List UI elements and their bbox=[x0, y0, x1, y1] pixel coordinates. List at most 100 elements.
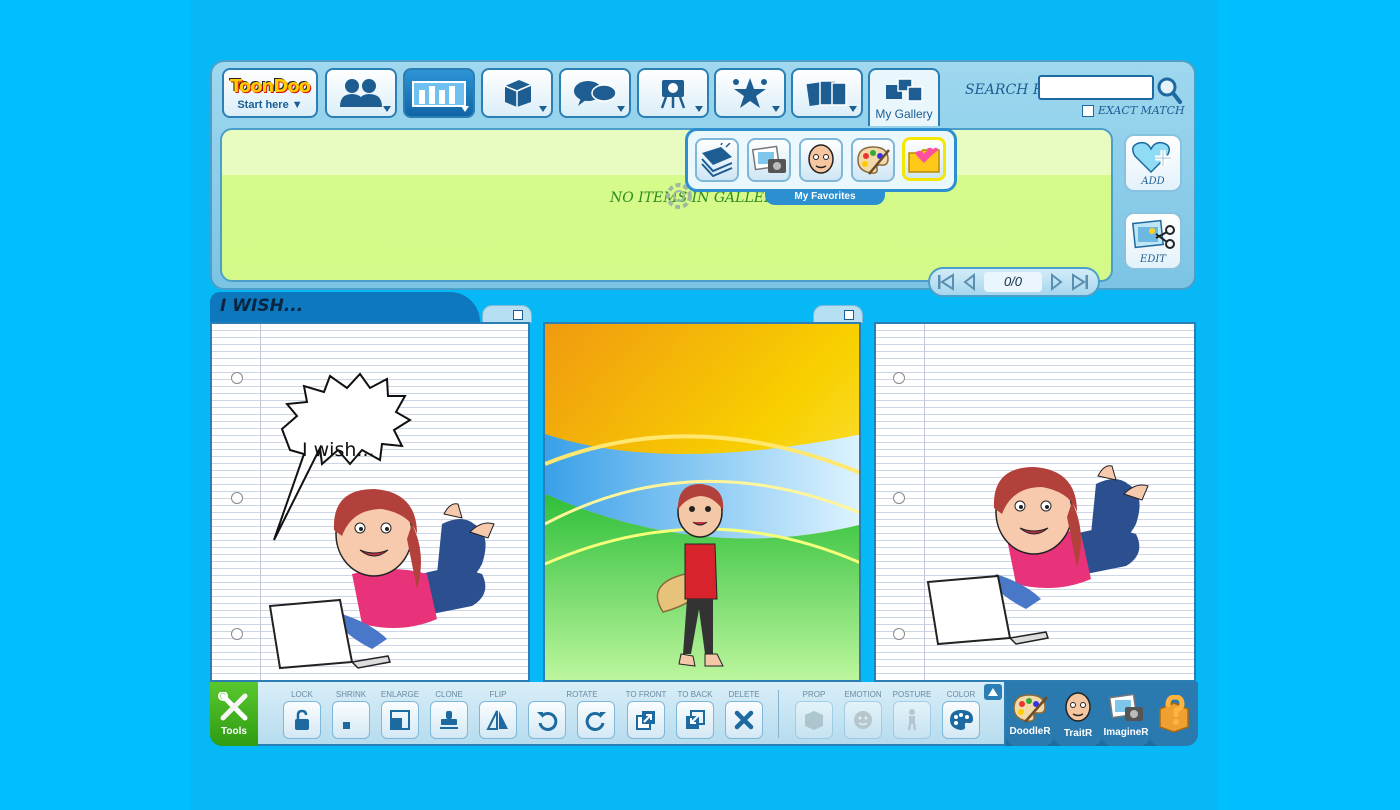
my-gallery-label: My Gallery bbox=[875, 107, 933, 121]
my-favorites-button[interactable] bbox=[902, 137, 946, 181]
edit-label: EDIT bbox=[1140, 253, 1166, 265]
toondoo-app: ToonDoo Start here ▼ My Gallery SEARCH F… bbox=[210, 60, 1198, 748]
to-back-tool[interactable]: TO BACK bbox=[675, 689, 715, 739]
panel-3-art bbox=[926, 465, 1149, 646]
panels-button[interactable] bbox=[791, 68, 863, 118]
chevron-up-icon bbox=[988, 688, 998, 696]
enlarge-icon bbox=[390, 710, 410, 730]
characters-icon bbox=[340, 79, 382, 107]
my-gallery-tab[interactable]: My Gallery bbox=[868, 68, 940, 126]
speech-bubble-icon bbox=[574, 81, 617, 106]
flip-button[interactable] bbox=[479, 701, 517, 739]
imaginer-label: ImagineR bbox=[1103, 726, 1149, 738]
my-comics-button[interactable] bbox=[695, 138, 739, 182]
imaginer-button[interactable]: ImagineR bbox=[1102, 682, 1150, 746]
doodler-button[interactable]: DoodleR bbox=[1006, 682, 1054, 746]
color-label: COLOR bbox=[946, 690, 976, 699]
girl-with-laptop[interactable] bbox=[333, 489, 495, 649]
emotion-button[interactable] bbox=[844, 701, 882, 739]
enlarge-tool[interactable]: ENLARGE bbox=[380, 689, 420, 739]
characters-button[interactable] bbox=[325, 68, 397, 118]
first-page-icon bbox=[938, 273, 954, 291]
props-button[interactable] bbox=[481, 68, 553, 118]
panel-1-art: I wish... bbox=[268, 372, 495, 670]
panel-2-art bbox=[545, 324, 859, 680]
comic-book-icon bbox=[701, 143, 733, 177]
tools-tab[interactable]: Tools bbox=[210, 682, 258, 746]
comic-panel-2[interactable] bbox=[543, 322, 861, 682]
chevron-down-icon bbox=[539, 106, 547, 112]
color-tool[interactable]: COLOR bbox=[941, 689, 981, 739]
delete-button[interactable] bbox=[725, 701, 763, 739]
shrink-icon bbox=[343, 722, 350, 729]
prop-button[interactable] bbox=[795, 701, 833, 739]
start-here-button[interactable]: ToonDoo Start here ▼ bbox=[222, 68, 318, 118]
edit-button[interactable]: EDIT bbox=[1124, 212, 1182, 270]
speech-bubbles-button[interactable] bbox=[559, 68, 631, 118]
clone-tool[interactable]: CLONE bbox=[429, 689, 469, 739]
gallery-pager: 0/0 bbox=[928, 267, 1100, 297]
search-input[interactable] bbox=[1038, 75, 1154, 100]
my-doodles-button[interactable] bbox=[851, 138, 895, 182]
checkbox-icon bbox=[1082, 104, 1094, 117]
search-icon[interactable] bbox=[1156, 76, 1182, 104]
emotion-tool[interactable]: EMOTION bbox=[843, 689, 883, 739]
last-page-button[interactable] bbox=[1070, 272, 1090, 292]
question-box-icon bbox=[1159, 695, 1189, 733]
star-icon bbox=[733, 78, 767, 108]
send-to-back-icon bbox=[686, 710, 705, 729]
posture-button[interactable] bbox=[893, 701, 931, 739]
comic-panel-1[interactable]: I wish... bbox=[210, 322, 530, 682]
first-page-button[interactable] bbox=[936, 272, 956, 292]
lock-tool[interactable]: LOCK bbox=[282, 689, 322, 739]
favorites-folder-icon bbox=[908, 147, 940, 173]
add-button[interactable]: ADD bbox=[1124, 134, 1182, 192]
my-characters-button[interactable] bbox=[799, 138, 843, 182]
start-here-label: Start here ▼ bbox=[237, 98, 303, 111]
prop-tool[interactable]: PROP bbox=[794, 689, 834, 739]
delete-label: DELETE bbox=[728, 690, 760, 699]
lock-button[interactable] bbox=[283, 701, 321, 739]
chevron-down-icon bbox=[383, 106, 391, 112]
wrench-screwdriver-icon bbox=[218, 691, 248, 720]
to-back-button[interactable] bbox=[676, 701, 714, 739]
to-front-tool[interactable]: TO FRONT bbox=[626, 689, 666, 739]
posture-tool[interactable]: POSTURE bbox=[892, 689, 932, 739]
shrink-tool[interactable]: SHRINK bbox=[331, 689, 371, 739]
page-count: 0/0 bbox=[984, 272, 1042, 292]
rotate-left-button[interactable] bbox=[528, 701, 566, 739]
scene-button[interactable] bbox=[637, 68, 709, 118]
figure-icon bbox=[907, 709, 917, 731]
rotate-right-icon bbox=[585, 711, 606, 731]
rotate-right-button[interactable] bbox=[577, 701, 615, 739]
clone-button[interactable] bbox=[430, 701, 468, 739]
delete-tool[interactable]: DELETE bbox=[724, 689, 764, 739]
panel-toggle-tab[interactable] bbox=[813, 305, 863, 323]
rotate-left-tool[interactable]: ROTATE bbox=[527, 689, 598, 739]
traitr-button[interactable]: TraitR bbox=[1054, 682, 1102, 746]
comic-panel-3[interactable] bbox=[874, 322, 1196, 682]
shrink-button[interactable] bbox=[332, 701, 370, 739]
close-icon bbox=[734, 710, 754, 730]
special-effects-button[interactable] bbox=[714, 68, 786, 118]
next-page-button[interactable] bbox=[1046, 272, 1066, 292]
color-button[interactable] bbox=[942, 701, 980, 739]
to-front-button[interactable] bbox=[627, 701, 665, 739]
my-images-button[interactable] bbox=[747, 138, 791, 182]
enlarge-button[interactable] bbox=[381, 701, 419, 739]
gallery-icon bbox=[886, 78, 923, 102]
backgrounds-button[interactable] bbox=[403, 68, 475, 118]
bald-head-icon bbox=[808, 144, 834, 174]
exact-match-label: EXACT MATCH bbox=[1098, 104, 1185, 117]
chevron-left-icon bbox=[963, 272, 975, 292]
my-favorites-label: My Favorites bbox=[765, 189, 885, 205]
flip-tool[interactable]: FLIP bbox=[478, 689, 518, 739]
palette-icon bbox=[857, 146, 890, 175]
previous-page-button[interactable] bbox=[960, 272, 980, 292]
collapse-tools-button[interactable] bbox=[984, 684, 1002, 700]
panel-toggle-tab[interactable] bbox=[482, 305, 532, 323]
girl-with-laptop[interactable] bbox=[991, 465, 1149, 609]
rotate-right-tool[interactable] bbox=[576, 689, 616, 739]
help-button[interactable] bbox=[1150, 682, 1198, 746]
exact-match-checkbox[interactable]: EXACT MATCH bbox=[1082, 104, 1185, 117]
